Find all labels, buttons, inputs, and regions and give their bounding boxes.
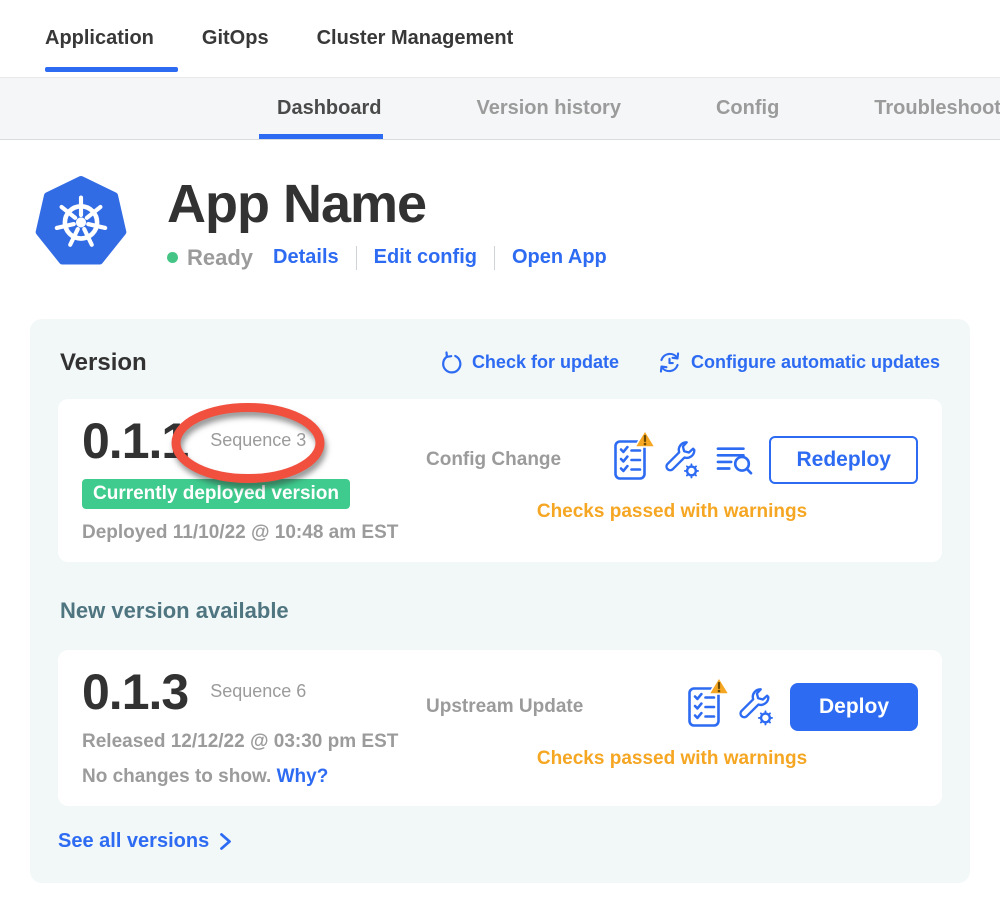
app-sub-nav: Dashboard Version history Config Trouble… [0, 78, 1000, 140]
redeploy-button[interactable]: Redeploy [769, 436, 918, 484]
check-for-update-button[interactable]: Check for update [439, 351, 619, 375]
version-panel: Version Check for update Configure autom… [30, 319, 970, 883]
config-wrench-icon[interactable] [736, 687, 774, 727]
warning-triangle-icon [634, 429, 656, 449]
current-version-sequence: Sequence 3 [210, 430, 306, 451]
no-changes-text: No changes to show. [82, 766, 271, 787]
app-header: App Name Ready Details Edit config Open … [0, 140, 1000, 271]
divider [356, 246, 357, 270]
subnav-tab-config[interactable]: Config [716, 78, 779, 139]
configure-automatic-updates-label: Configure automatic updates [691, 352, 940, 373]
subnav-tab-troubleshoot[interactable]: Troubleshoot [874, 78, 1000, 139]
version-panel-header: Version Check for update Configure autom… [60, 349, 940, 377]
top-tab-gitops[interactable]: GitOps [202, 0, 269, 77]
config-wrench-icon[interactable] [662, 440, 700, 480]
new-version-available-heading: New version available [60, 598, 940, 624]
preflight-checklist-icon[interactable] [613, 439, 647, 481]
subnav-tab-dashboard[interactable]: Dashboard [277, 78, 381, 139]
kubernetes-logo-icon [35, 174, 127, 269]
current-checks-status: Checks passed with warnings [426, 501, 918, 523]
subnav-tab-version-history[interactable]: Version history [476, 78, 621, 139]
top-tab-cluster-management[interactable]: Cluster Management [317, 0, 514, 77]
refresh-icon [439, 351, 463, 375]
available-source-label: Upstream Update [426, 696, 583, 718]
available-version-number: 0.1.3 [82, 667, 188, 717]
see-all-versions-link[interactable]: See all versions [58, 830, 942, 853]
diff-magnifier-icon[interactable] [715, 443, 753, 477]
current-version-card: 0.1.1 Sequence 3 Currently deployed vers… [58, 399, 942, 562]
divider [494, 246, 495, 270]
preflight-checklist-icon[interactable] [687, 686, 721, 728]
top-tab-application[interactable]: Application [45, 0, 154, 77]
configure-automatic-updates-button[interactable]: Configure automatic updates [657, 350, 940, 375]
top-nav: Application GitOps Cluster Management [0, 0, 1000, 78]
details-link[interactable]: Details [273, 246, 339, 269]
current-source-label: Config Change [426, 449, 561, 471]
edit-config-link[interactable]: Edit config [374, 246, 477, 269]
see-all-versions-label: See all versions [58, 830, 209, 853]
available-version-sequence: Sequence 6 [210, 681, 306, 702]
deploy-button[interactable]: Deploy [790, 683, 918, 731]
deployed-timestamp: Deployed 11/10/22 @ 10:48 am EST [82, 522, 426, 544]
released-timestamp: Released 12/12/22 @ 03:30 pm EST [82, 731, 426, 753]
status-label: Ready [187, 245, 253, 271]
currently-deployed-badge: Currently deployed version [82, 479, 350, 509]
no-changes-row: No changes to show. Why? [82, 766, 426, 788]
current-version-number: 0.1.1 [82, 416, 188, 466]
status-dot-icon [167, 252, 178, 263]
open-app-link[interactable]: Open App [512, 246, 607, 269]
app-name-title: App Name [167, 176, 607, 233]
warning-triangle-icon [708, 676, 730, 696]
available-checks-status: Checks passed with warnings [426, 748, 918, 770]
auto-update-clock-icon [657, 350, 682, 375]
why-link[interactable]: Why? [277, 766, 329, 787]
version-heading: Version [60, 349, 401, 377]
app-status-row: Ready Details Edit config Open App [167, 245, 607, 271]
chevron-right-icon [219, 832, 232, 851]
available-version-card: 0.1.3 Sequence 6 Released 12/12/22 @ 03:… [58, 650, 942, 806]
check-for-update-label: Check for update [472, 352, 619, 373]
